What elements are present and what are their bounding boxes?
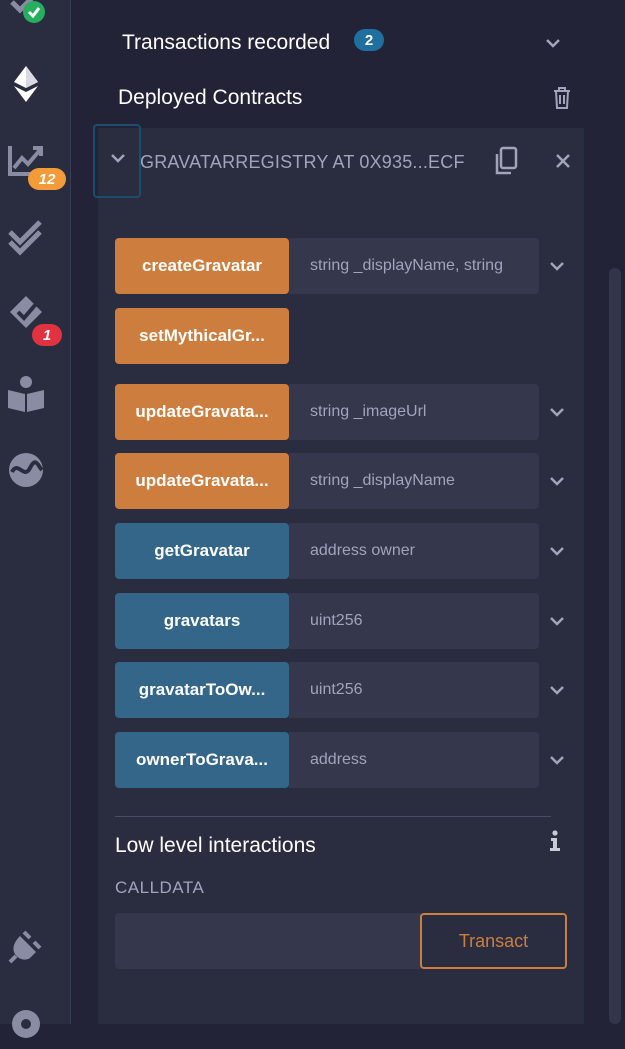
chevron-down-icon[interactable] (545, 35, 561, 51)
function-args-input[interactable]: uint256 (289, 662, 539, 718)
transactions-recorded-label[interactable]: Transactions recorded (122, 31, 330, 55)
function-button[interactable]: setMythicalGr... (115, 308, 289, 364)
function-row: updateGravata... string _imageUrl (115, 384, 585, 440)
plugin-icon[interactable] (6, 926, 46, 966)
low-level-interactions-title: Low level interactions (115, 834, 316, 857)
contract-expand-toggle[interactable] (93, 124, 141, 198)
function-button[interactable]: updateGravata... (115, 453, 289, 509)
chevron-down-icon[interactable] (549, 613, 565, 629)
deployed-contracts-label: Deployed Contracts (118, 86, 303, 109)
analytics-badge: 12 (28, 168, 66, 190)
function-button[interactable]: getGravatar (115, 523, 289, 579)
function-args-input[interactable]: string _displayName (289, 453, 539, 509)
function-button[interactable]: ownerToGrava... (115, 732, 289, 788)
function-args-input[interactable]: string _imageUrl (289, 384, 539, 440)
transact-button[interactable]: Transact (420, 913, 567, 969)
function-row: gravatarToOw... uint256 (115, 662, 585, 718)
settings-icon[interactable] (6, 1004, 46, 1044)
scrollbar[interactable] (609, 268, 621, 1024)
verify-badge: 1 (32, 324, 62, 346)
chevron-down-icon[interactable] (549, 752, 565, 768)
chevron-down-icon[interactable] (549, 404, 565, 420)
ethereum-icon[interactable] (6, 64, 46, 104)
function-args-input[interactable]: string _displayName, string (289, 238, 539, 294)
close-icon[interactable] (555, 153, 571, 169)
function-row: setMythicalGr... (115, 308, 585, 364)
calldata-label: CALLDATA (115, 878, 205, 897)
function-button[interactable]: gravatarToOw... (115, 662, 289, 718)
section-divider (115, 816, 551, 817)
contract-title: GRAVATARREGISTRY AT 0X935...ECF (140, 152, 465, 172)
trash-icon[interactable] (552, 86, 572, 110)
chevron-down-icon[interactable] (549, 473, 565, 489)
function-button[interactable]: gravatars (115, 593, 289, 649)
chevron-down-icon (110, 150, 126, 166)
chevron-down-icon[interactable] (549, 258, 565, 274)
chevron-down-icon[interactable] (549, 543, 565, 559)
function-row: gravatars uint256 (115, 593, 585, 649)
function-button[interactable]: updateGravata... (115, 384, 289, 440)
icon-rail: 12 1 (0, 0, 71, 1038)
deploy-run-panel: Transactions recorded 2 Deployed Contrac… (71, 0, 625, 1024)
transactions-count-badge: 2 (354, 29, 384, 51)
function-row: updateGravata... string _displayName (115, 453, 585, 509)
function-row: ownerToGrava... address (115, 732, 585, 788)
contract-instance: GRAVATARREGISTRY AT 0X935...ECF createGr… (93, 124, 585, 1024)
info-icon[interactable] (548, 830, 562, 852)
double-check-icon[interactable] (6, 216, 46, 256)
wave-icon[interactable] (6, 450, 46, 490)
calldata-input[interactable] (115, 913, 421, 969)
function-button[interactable]: createGravatar (115, 238, 289, 294)
function-args-input[interactable]: address owner (289, 523, 539, 579)
function-args-input[interactable]: address (289, 732, 539, 788)
file-explorer-check-icon[interactable] (6, 0, 46, 34)
function-row: createGravatar string _displayName, stri… (115, 238, 585, 294)
function-row: getGravatar address owner (115, 523, 585, 579)
function-args-input[interactable]: uint256 (289, 593, 539, 649)
chevron-down-icon[interactable] (549, 682, 565, 698)
copy-icon[interactable] (493, 146, 519, 176)
learn-book-icon[interactable] (6, 374, 46, 414)
